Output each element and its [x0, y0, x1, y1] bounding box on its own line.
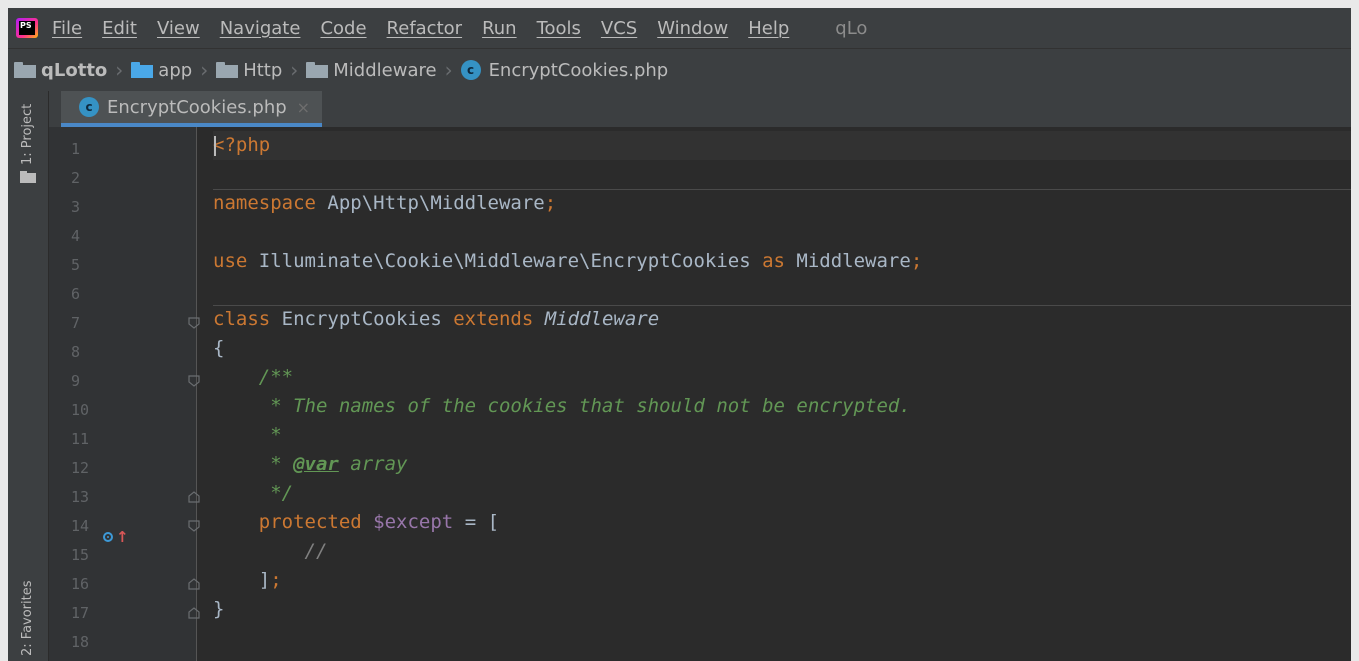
php-class-icon: c — [79, 97, 99, 117]
menu-edit[interactable]: Edit — [102, 18, 137, 39]
code-line[interactable]: /** — [213, 363, 1351, 392]
breadcrumb-separator-icon: › — [444, 58, 453, 82]
line-number: 2 — [71, 169, 81, 187]
code-line[interactable]: } — [213, 595, 1351, 624]
line-number: 7 — [71, 314, 81, 332]
breadcrumb-separator-icon: › — [290, 58, 299, 82]
menu-bar: PS File Edit View Navigate Code Refactor… — [8, 8, 1351, 48]
code-line[interactable] — [213, 160, 1351, 189]
fold-marker-icon[interactable] — [187, 490, 201, 504]
project-tool-button[interactable]: 1: Project — [20, 104, 35, 165]
editor-tab-bar: c EncryptCookies.php × — [49, 91, 1351, 127]
code-line[interactable]: <?php — [213, 131, 1351, 160]
text-caret — [214, 136, 216, 156]
close-icon[interactable]: × — [297, 98, 310, 117]
line-number: 6 — [71, 285, 81, 303]
code-line[interactable]: protected $except = [ — [213, 508, 1351, 537]
favorites-tool-button[interactable]: 2: Favorites — [20, 580, 35, 656]
breadcrumb-item-middleware[interactable]: Middleware — [306, 60, 437, 81]
menu-window[interactable]: Window — [657, 18, 728, 39]
breadcrumb-separator-icon: › — [200, 58, 209, 82]
breadcrumb-item-file[interactable]: c EncryptCookies.php — [460, 60, 668, 81]
folder-icon — [216, 62, 239, 78]
menu-navigate[interactable]: Navigate — [220, 18, 301, 39]
fold-marker-icon[interactable] — [187, 606, 201, 620]
fold-marker-icon[interactable] — [187, 519, 201, 533]
line-number: 4 — [71, 227, 81, 245]
ide-window: PS File Edit View Navigate Code Refactor… — [8, 8, 1351, 661]
line-number: 18 — [71, 633, 90, 651]
folder-icon — [306, 62, 329, 78]
breadcrumb-item-http[interactable]: Http — [216, 60, 282, 81]
line-number: 11 — [71, 430, 90, 448]
code-line[interactable]: { — [213, 334, 1351, 363]
line-number: 15 — [71, 546, 90, 564]
code-area[interactable]: <?php namespace App\Http\Middleware; use I… — [213, 127, 1351, 661]
line-number: 16 — [71, 575, 90, 593]
line-number: 10 — [71, 401, 90, 419]
breadcrumb-item-qlotto[interactable]: qLotto — [14, 60, 107, 81]
breadcrumb-separator-icon: › — [115, 58, 124, 82]
code-line[interactable]: */ — [213, 479, 1351, 508]
project-folder-icon[interactable] — [20, 171, 36, 183]
line-number: 8 — [71, 343, 81, 361]
folder-icon — [14, 62, 36, 78]
menu-view[interactable]: View — [157, 18, 200, 39]
tool-window-stripe: 1: Project 2: Favorites — [8, 91, 49, 661]
fold-marker-icon[interactable] — [187, 374, 201, 388]
folder-icon — [131, 62, 154, 78]
menu-refactor[interactable]: Refactor — [387, 18, 463, 39]
menu-run[interactable]: Run — [482, 18, 517, 39]
line-number: 1 — [71, 140, 81, 158]
code-line[interactable]: use Illuminate\Cookie\Middleware\Encrypt… — [213, 247, 1351, 276]
line-number: 9 — [71, 372, 81, 390]
line-number: 3 — [71, 198, 81, 216]
code-line[interactable]: namespace App\Http\Middleware; — [213, 189, 1351, 218]
tab-label: EncryptCookies.php — [107, 96, 287, 118]
code-separator — [213, 189, 1351, 190]
code-editor[interactable]: 1 2 3 4 5 6 7 8 9 10 11 12 13 14 15 16 17 18 ↑ <?php names… — [49, 127, 1351, 661]
code-line[interactable]: * The names of the cookies that should n… — [213, 392, 1351, 421]
breadcrumb: qLotto › app › Http › Middleware › c Enc… — [8, 48, 1351, 92]
php-class-icon: c — [460, 60, 481, 80]
code-line[interactable] — [213, 218, 1351, 247]
window-title: qLo — [835, 17, 868, 39]
code-line[interactable]: // — [213, 537, 1351, 566]
tab-encryptcookies[interactable]: c EncryptCookies.php × — [61, 91, 323, 127]
line-number: 13 — [71, 488, 90, 506]
code-line[interactable]: * @var array — [213, 450, 1351, 479]
override-marker-icon[interactable]: ↑ — [103, 530, 129, 545]
code-line[interactable]: ]; — [213, 566, 1351, 595]
code-line[interactable]: class EncryptCookies extends Middleware — [213, 305, 1351, 334]
menu-file[interactable]: File — [52, 18, 82, 39]
line-number: 17 — [71, 604, 90, 622]
code-line[interactable] — [213, 624, 1351, 653]
breadcrumb-item-app[interactable]: app — [131, 60, 192, 81]
menu-vcs[interactable]: VCS — [601, 18, 637, 39]
code-separator — [213, 305, 1351, 306]
menu-code[interactable]: Code — [320, 18, 366, 39]
fold-marker-icon[interactable] — [187, 316, 201, 330]
menu-tools[interactable]: Tools — [537, 18, 581, 39]
code-line[interactable] — [213, 276, 1351, 305]
editor-gutter: 1 2 3 4 5 6 7 8 9 10 11 12 13 14 15 16 17 18 — [49, 127, 197, 661]
line-number: 12 — [71, 459, 90, 477]
fold-marker-icon[interactable] — [187, 577, 201, 591]
phpstorm-logo-icon: PS — [16, 18, 38, 38]
line-number: 5 — [71, 256, 81, 274]
code-line[interactable]: * — [213, 421, 1351, 450]
menu-help[interactable]: Help — [748, 18, 789, 39]
